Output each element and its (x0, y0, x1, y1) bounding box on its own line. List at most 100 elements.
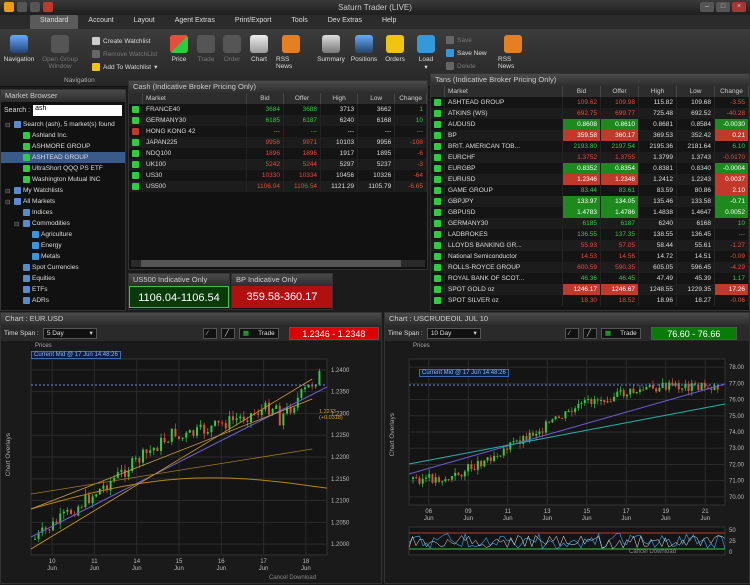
table-row[interactable]: SPOT SILVER oz 18.30 18.52 18.96 18.27 -0.06 (431, 295, 749, 306)
summary-button[interactable]: Summary (315, 35, 347, 63)
value-cell[interactable]: 1.2346 (562, 174, 601, 185)
table-row[interactable]: LLOYDS BANKING GR... 55.93 57.05 58.44 55.61… (431, 240, 749, 251)
maximize-icon[interactable]: □ (716, 2, 730, 12)
table-row[interactable]: LADBROKES 136.55 137.35 138.55 136.45 --- (431, 229, 749, 240)
eur-trade-button[interactable]: ▦ Trade (238, 327, 279, 339)
column-header[interactable]: Bid (246, 93, 284, 104)
table-row[interactable]: HONG KONG 42 --- --- --- --- --- (129, 126, 427, 137)
bp-price[interactable]: 359.58-360.17 (232, 286, 332, 308)
table-row[interactable]: ROLLS-ROYCE GROUP 600.59 590.35 605.05 596.4… (431, 262, 749, 273)
rss-news-button[interactable]: RSS News (276, 35, 306, 70)
column-header[interactable]: Low (357, 93, 396, 104)
tab-dev-extras[interactable]: Dev Extras (318, 15, 372, 29)
tree-item[interactable]: ⊟ All Markets (1, 196, 125, 207)
value-cell[interactable]: 692.75 (562, 108, 601, 119)
trade-button[interactable]: Trade (195, 35, 217, 63)
value-cell[interactable]: 9956 (246, 137, 284, 148)
value-cell[interactable]: 1896 (246, 148, 284, 159)
value-cell[interactable]: 0.8354 (600, 163, 639, 174)
value-cell[interactable]: 359.58 (562, 130, 601, 141)
value-cell[interactable]: 0.8608 (562, 119, 601, 130)
price-button[interactable]: Price (168, 35, 190, 63)
tree-item[interactable]: ASHMORE GROUP (1, 141, 125, 152)
column-header[interactable]: Market (444, 86, 563, 97)
value-cell[interactable]: 46.45 (600, 273, 639, 284)
value-cell[interactable]: 3688 (283, 104, 322, 115)
tab-help[interactable]: Help (372, 15, 406, 29)
table-row[interactable]: UK100 5242 5244 5297 5237 -3 (129, 159, 427, 170)
value-cell[interactable]: 6187 (283, 115, 322, 126)
orders-button[interactable]: Orders (382, 35, 408, 63)
expand-icon[interactable]: ⊟ (5, 198, 12, 206)
table-row[interactable]: EURGBP 0.8352 0.8354 0.8381 0.8340 -0.0004 (431, 163, 749, 174)
value-cell[interactable]: 10330 (246, 170, 284, 181)
tab-account[interactable]: Account (78, 15, 123, 29)
table-row[interactable]: GERMANY30 6185 6187 6240 6168 10 (129, 115, 427, 126)
positions-button[interactable]: Positions (348, 35, 380, 63)
eur-time-span-select[interactable]: 5 Day ▾ (42, 327, 97, 339)
value-cell[interactable]: 55.93 (562, 240, 601, 251)
eur-chart-type-button[interactable]: ⁄ (202, 327, 217, 339)
rss-news-button-2[interactable]: RSS News (498, 35, 528, 70)
table-row[interactable]: FRANCE40 3684 3688 3713 3662 1 (129, 104, 427, 115)
oil-draw-tool-button[interactable]: ╱ (582, 327, 597, 339)
expand-icon[interactable]: ⊟ (14, 220, 21, 228)
value-cell[interactable]: 109.62 (562, 97, 601, 108)
navigation-button[interactable]: Navigation (4, 35, 34, 63)
delete-button[interactable]: Delete (446, 62, 476, 70)
table-row[interactable]: ROYAL BANK OF SCOT... 46.36 46.45 47.49 45.3… (431, 273, 749, 284)
value-cell[interactable]: 83.61 (600, 185, 639, 196)
value-cell[interactable]: 6187 (600, 218, 639, 229)
value-cell[interactable]: 1.3755 (600, 152, 639, 163)
table-row[interactable]: US500 1106.04 1106.54 1121.29 1105.79 -6.65 (129, 181, 427, 192)
tree-item[interactable]: Energy (1, 240, 125, 251)
tree-item[interactable]: Washington Mutual INC (1, 174, 125, 185)
chart-button[interactable]: Chart (247, 35, 271, 63)
value-cell[interactable]: 5242 (246, 159, 284, 170)
value-cell[interactable]: 9971 (283, 137, 322, 148)
value-cell[interactable]: 1106.04 (246, 181, 284, 192)
remove-watchlist-button[interactable]: Remove WatchList (92, 50, 157, 58)
oil-chart-type-button[interactable]: ⁄ (564, 327, 579, 339)
value-cell[interactable]: 83.44 (562, 185, 601, 196)
tab-agent-extras[interactable]: Agent Extras (165, 15, 225, 29)
column-header[interactable]: Low (676, 86, 715, 97)
tree-item[interactable]: Indices (1, 207, 125, 218)
us500-price[interactable]: 1106.04-1106.54 (129, 286, 229, 308)
eur-draw-tool-button[interactable]: ╱ (220, 327, 235, 339)
tab-tools[interactable]: Tools (281, 15, 317, 29)
table-row[interactable]: ATKINS (WS) 692.75 699.77 725.48 692.52 -40.2… (431, 108, 749, 119)
tab-layout[interactable]: Layout (124, 15, 165, 29)
value-cell[interactable]: 1246.67 (600, 284, 639, 295)
value-cell[interactable]: 1.4783 (562, 207, 601, 218)
value-cell[interactable]: 134.05 (600, 196, 639, 207)
oil-trade-button[interactable]: ▦ Trade (600, 327, 641, 339)
table-row[interactable]: GERMANY30 6185 6187 6240 6168 10 (431, 218, 749, 229)
column-header[interactable]: Offer (283, 93, 322, 104)
tree-item[interactable]: ⊟ Search (ash), 5 market(s) found (1, 119, 125, 130)
tree-item[interactable]: ETFs (1, 284, 125, 295)
oil-time-span-select[interactable]: 10 Day ▾ (426, 327, 481, 339)
quick-save-icon[interactable] (17, 2, 27, 12)
quick-redo-icon[interactable] (43, 2, 53, 12)
table-row[interactable]: JAPAN225 9956 9971 10103 9956 -108 (129, 137, 427, 148)
oil-cancel-download[interactable]: Cancel Download (629, 549, 676, 555)
value-cell[interactable]: 1.4786 (600, 207, 639, 218)
tree-item[interactable]: ADRs (1, 295, 125, 306)
table-row[interactable]: National Semiconductor 14.53 14.56 14.72 14.… (431, 251, 749, 262)
column-header[interactable]: High (320, 93, 359, 104)
add-to-watchlist-button[interactable]: Add To Watchlist ▾ (92, 63, 157, 71)
minimize-icon[interactable]: – (700, 2, 714, 12)
value-cell[interactable]: 590.35 (600, 262, 639, 273)
eur-price-box[interactable]: 1.2346 - 1.2348 (288, 326, 379, 340)
eur-cancel-download[interactable]: Cancel Download (269, 575, 316, 581)
create-watchlist-button[interactable]: Create Watchlist (92, 37, 150, 45)
tree-item[interactable]: ⊟ My Watchlists (1, 185, 125, 196)
value-cell[interactable]: 2197.54 (600, 141, 639, 152)
table-row[interactable]: BP 359.58 360.17 369.53 352.42 0.21 (431, 130, 749, 141)
value-cell[interactable]: 1.2348 (600, 174, 639, 185)
value-cell[interactable]: 46.36 (562, 273, 601, 284)
scrollbar-thumb[interactable] (141, 260, 401, 267)
eur-chart[interactable]: 1.24001.23501.23001.22501.22001.21501.21… (1, 341, 383, 585)
horizontal-scrollbar[interactable] (131, 260, 425, 267)
